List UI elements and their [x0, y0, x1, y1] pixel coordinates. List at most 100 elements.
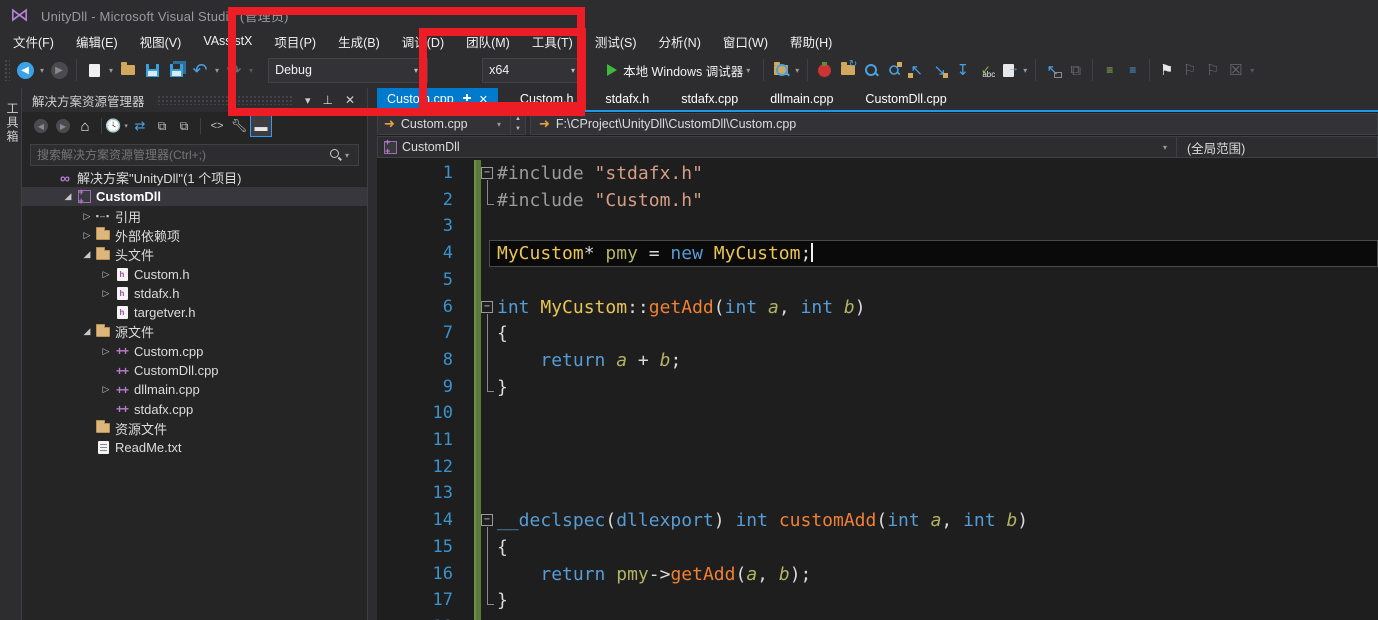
nav-previous-icon[interactable]: ↖ [906, 60, 927, 80]
document-spinner[interactable]: ▲ ▼ [511, 113, 526, 135]
code-line-3[interactable]: 3 [377, 213, 1378, 240]
panel-pin-icon[interactable]: ⊥ [316, 93, 338, 107]
save-button[interactable] [140, 58, 164, 82]
next-bookmark-icon[interactable]: ⚐ [1202, 60, 1223, 80]
tab-pin-icon[interactable] [462, 94, 471, 104]
code-line-18[interactable]: 18 [377, 614, 1378, 620]
properties-copy-icon[interactable]: ⧉ [173, 115, 195, 137]
undo-dropdown[interactable]: ▾ [212, 66, 222, 75]
tree-item-引用[interactable]: ▷ ▪–▪ 引用 [22, 207, 367, 226]
solution-platform-select[interactable]: x64 ▾ [482, 57, 586, 83]
find-dropdown[interactable]: ▾ [792, 66, 802, 75]
tree-item-dllmain.cpp[interactable]: ▷ ++ dllmain.cpp [22, 380, 367, 399]
menu-item-11[interactable]: 窗口(W) [712, 29, 779, 54]
tree-expander-icon[interactable]: ▷ [99, 288, 113, 299]
explorer-back-icon[interactable]: ◀ [30, 115, 52, 137]
menu-item-4[interactable]: 项目(P) [263, 29, 327, 54]
toolbox-vertical-tab[interactable]: 工具箱 [4, 102, 21, 144]
tree-item-ReadMe.txt[interactable]: ReadMe.txt [22, 438, 367, 457]
find-references-icon[interactable] [883, 60, 904, 80]
panel-menu-dropdown[interactable]: ▾ [299, 94, 317, 107]
tree-item-Custom.cpp[interactable]: ▷ ++ Custom.cpp [22, 342, 367, 361]
navigate-back-dropdown[interactable]: ▾ [37, 66, 47, 75]
menu-item-2[interactable]: 视图(V) [129, 29, 193, 54]
solution-explorer-search[interactable]: ▾ [30, 144, 359, 166]
tab-close-icon[interactable]: ✕ [479, 93, 488, 106]
code-line-6[interactable]: 6 − int MyCustom::getAdd(int a, int b) [377, 294, 1378, 321]
bookmark-dropdown[interactable]: ▾ [1247, 66, 1257, 75]
start-debugging-dropdown[interactable]: ▾ [743, 66, 753, 75]
open-file-in-solution-icon[interactable]: ↻ [837, 60, 858, 80]
tree-item-stdafx.h[interactable]: ▷ h stdafx.h [22, 284, 367, 303]
tab-stdafx.h[interactable]: stdafx.h [595, 88, 659, 110]
copy-parallel-icon[interactable]: ⧉ [1065, 60, 1086, 80]
menu-item-3[interactable]: VAssistX [192, 31, 263, 51]
solution-explorer-header[interactable]: 解决方案资源管理器 ▾ ⊥ ✕ [22, 88, 367, 112]
tree-expander-icon[interactable]: ▷ [99, 346, 113, 357]
navigate-forward-button[interactable]: ▶ [47, 58, 71, 82]
nav-next-icon[interactable]: ↘ [929, 60, 950, 80]
code-line-9[interactable]: 9} [377, 374, 1378, 401]
menu-item-9[interactable]: 测试(S) [584, 29, 648, 54]
select-element-icon[interactable]: ↖ [1042, 60, 1063, 80]
code-line-15[interactable]: 15 { [377, 534, 1378, 561]
save-all-button[interactable] [164, 58, 188, 82]
redo-dropdown[interactable]: ▾ [246, 66, 256, 75]
tree-item-外部依赖项[interactable]: ▷ 外部依赖项 [22, 226, 367, 245]
menu-item-0[interactable]: 文件(F) [2, 29, 65, 54]
explorer-forward-icon[interactable]: ▶ [52, 115, 74, 137]
tree-expander-icon[interactable]: ▷ [80, 230, 94, 241]
pending-changes-filter-icon[interactable]: 🕓 ▾ [105, 115, 129, 137]
code-line-8[interactable]: 8 return a + b; [377, 347, 1378, 374]
code-line-11[interactable]: 11 [377, 427, 1378, 454]
tree-item-Custom.h[interactable]: ▷ h Custom.h [22, 265, 367, 284]
collapse-all-icon[interactable]: ⧉ [151, 115, 173, 137]
tree-expander-icon[interactable]: ◢ [61, 191, 75, 202]
menu-item-6[interactable]: 调试(D) [391, 29, 455, 54]
open-file-button[interactable] [116, 58, 140, 82]
decrease-indent-icon[interactable]: ≡ [1099, 60, 1120, 80]
tree-item-targetver.h[interactable]: h targetver.h [22, 303, 367, 322]
global-scope-select[interactable]: (全局范围) [1177, 136, 1378, 158]
properties-wrench-icon[interactable]: 🔧︎ [228, 115, 250, 137]
tree-item-解决方案"UnityDll"(1 个项目)[interactable]: ∞ 解决方案"UnityDll"(1 个项目) [22, 168, 367, 187]
start-debugging-button[interactable]: 本地 Windows 调试器 ▾ [607, 61, 753, 80]
clear-bookmarks-icon[interactable]: ☒ [1225, 60, 1246, 80]
navigate-back-button[interactable]: ◀ [13, 58, 37, 82]
menu-item-5[interactable]: 生成(B) [327, 29, 391, 54]
tab-Custom.h[interactable]: Custom.h [510, 88, 584, 110]
code-editor[interactable]: 1− #include "stdafx.h" 2 #include "Custom.h… [377, 160, 1378, 620]
increase-indent-icon[interactable]: ≡ [1122, 60, 1143, 80]
search-dropdown[interactable]: ▾ [342, 151, 352, 160]
explorer-home-icon[interactable]: ⌂ [74, 115, 96, 137]
tree-item-CustomDll.cpp[interactable]: ++ CustomDll.cpp [22, 361, 367, 380]
code-line-17[interactable]: 17} [377, 587, 1378, 614]
panel-close-icon[interactable]: ✕ [339, 93, 361, 107]
menu-item-8[interactable]: 工具(T) [521, 29, 584, 54]
vassist-dropdown[interactable]: ▾ [1020, 66, 1030, 75]
menu-item-7[interactable]: 团队(M) [455, 29, 521, 54]
code-line-10[interactable]: 10 [377, 400, 1378, 427]
new-file-dropdown[interactable]: ▾ [106, 66, 116, 75]
tree-item-CustomDll[interactable]: ◢ + + CustomDll [22, 187, 367, 207]
search-icon[interactable] [328, 148, 342, 162]
code-line-5[interactable]: 5 [377, 267, 1378, 294]
tree-expander-icon[interactable]: ◢ [80, 249, 94, 260]
find-symbol-icon[interactable] [860, 60, 881, 80]
tab-CustomDll.cpp[interactable]: CustomDll.cpp [855, 88, 956, 110]
code-line-2[interactable]: 2 #include "Custom.h" [377, 187, 1378, 214]
code-line-14[interactable]: 14 − __declspec(dllexport) int customAdd(i… [377, 507, 1378, 534]
new-file-button[interactable] [82, 58, 106, 82]
open-document-select[interactable]: ➜ Custom.cpp ▾ [377, 113, 511, 135]
project-scope-select[interactable]: + + CustomDll ▾ [377, 136, 1177, 158]
undo-button[interactable]: ↶ [188, 58, 212, 82]
code-line-12[interactable]: 12 [377, 454, 1378, 481]
code-line-7[interactable]: 7{ [377, 320, 1378, 347]
title-bar[interactable]: ⋈ UnityDll - Microsoft Visual Studio (管理… [0, 0, 1378, 30]
tree-item-资源文件[interactable]: 资源文件 [22, 419, 367, 438]
tab-stdafx.cpp[interactable]: stdafx.cpp [671, 88, 748, 110]
menu-item-12[interactable]: 帮助(H) [779, 29, 843, 54]
solution-configuration-select[interactable]: Debug ▾ [268, 57, 429, 83]
switch-file-icon[interactable]: → [998, 60, 1019, 80]
code-line-13[interactable]: 13 [377, 480, 1378, 507]
